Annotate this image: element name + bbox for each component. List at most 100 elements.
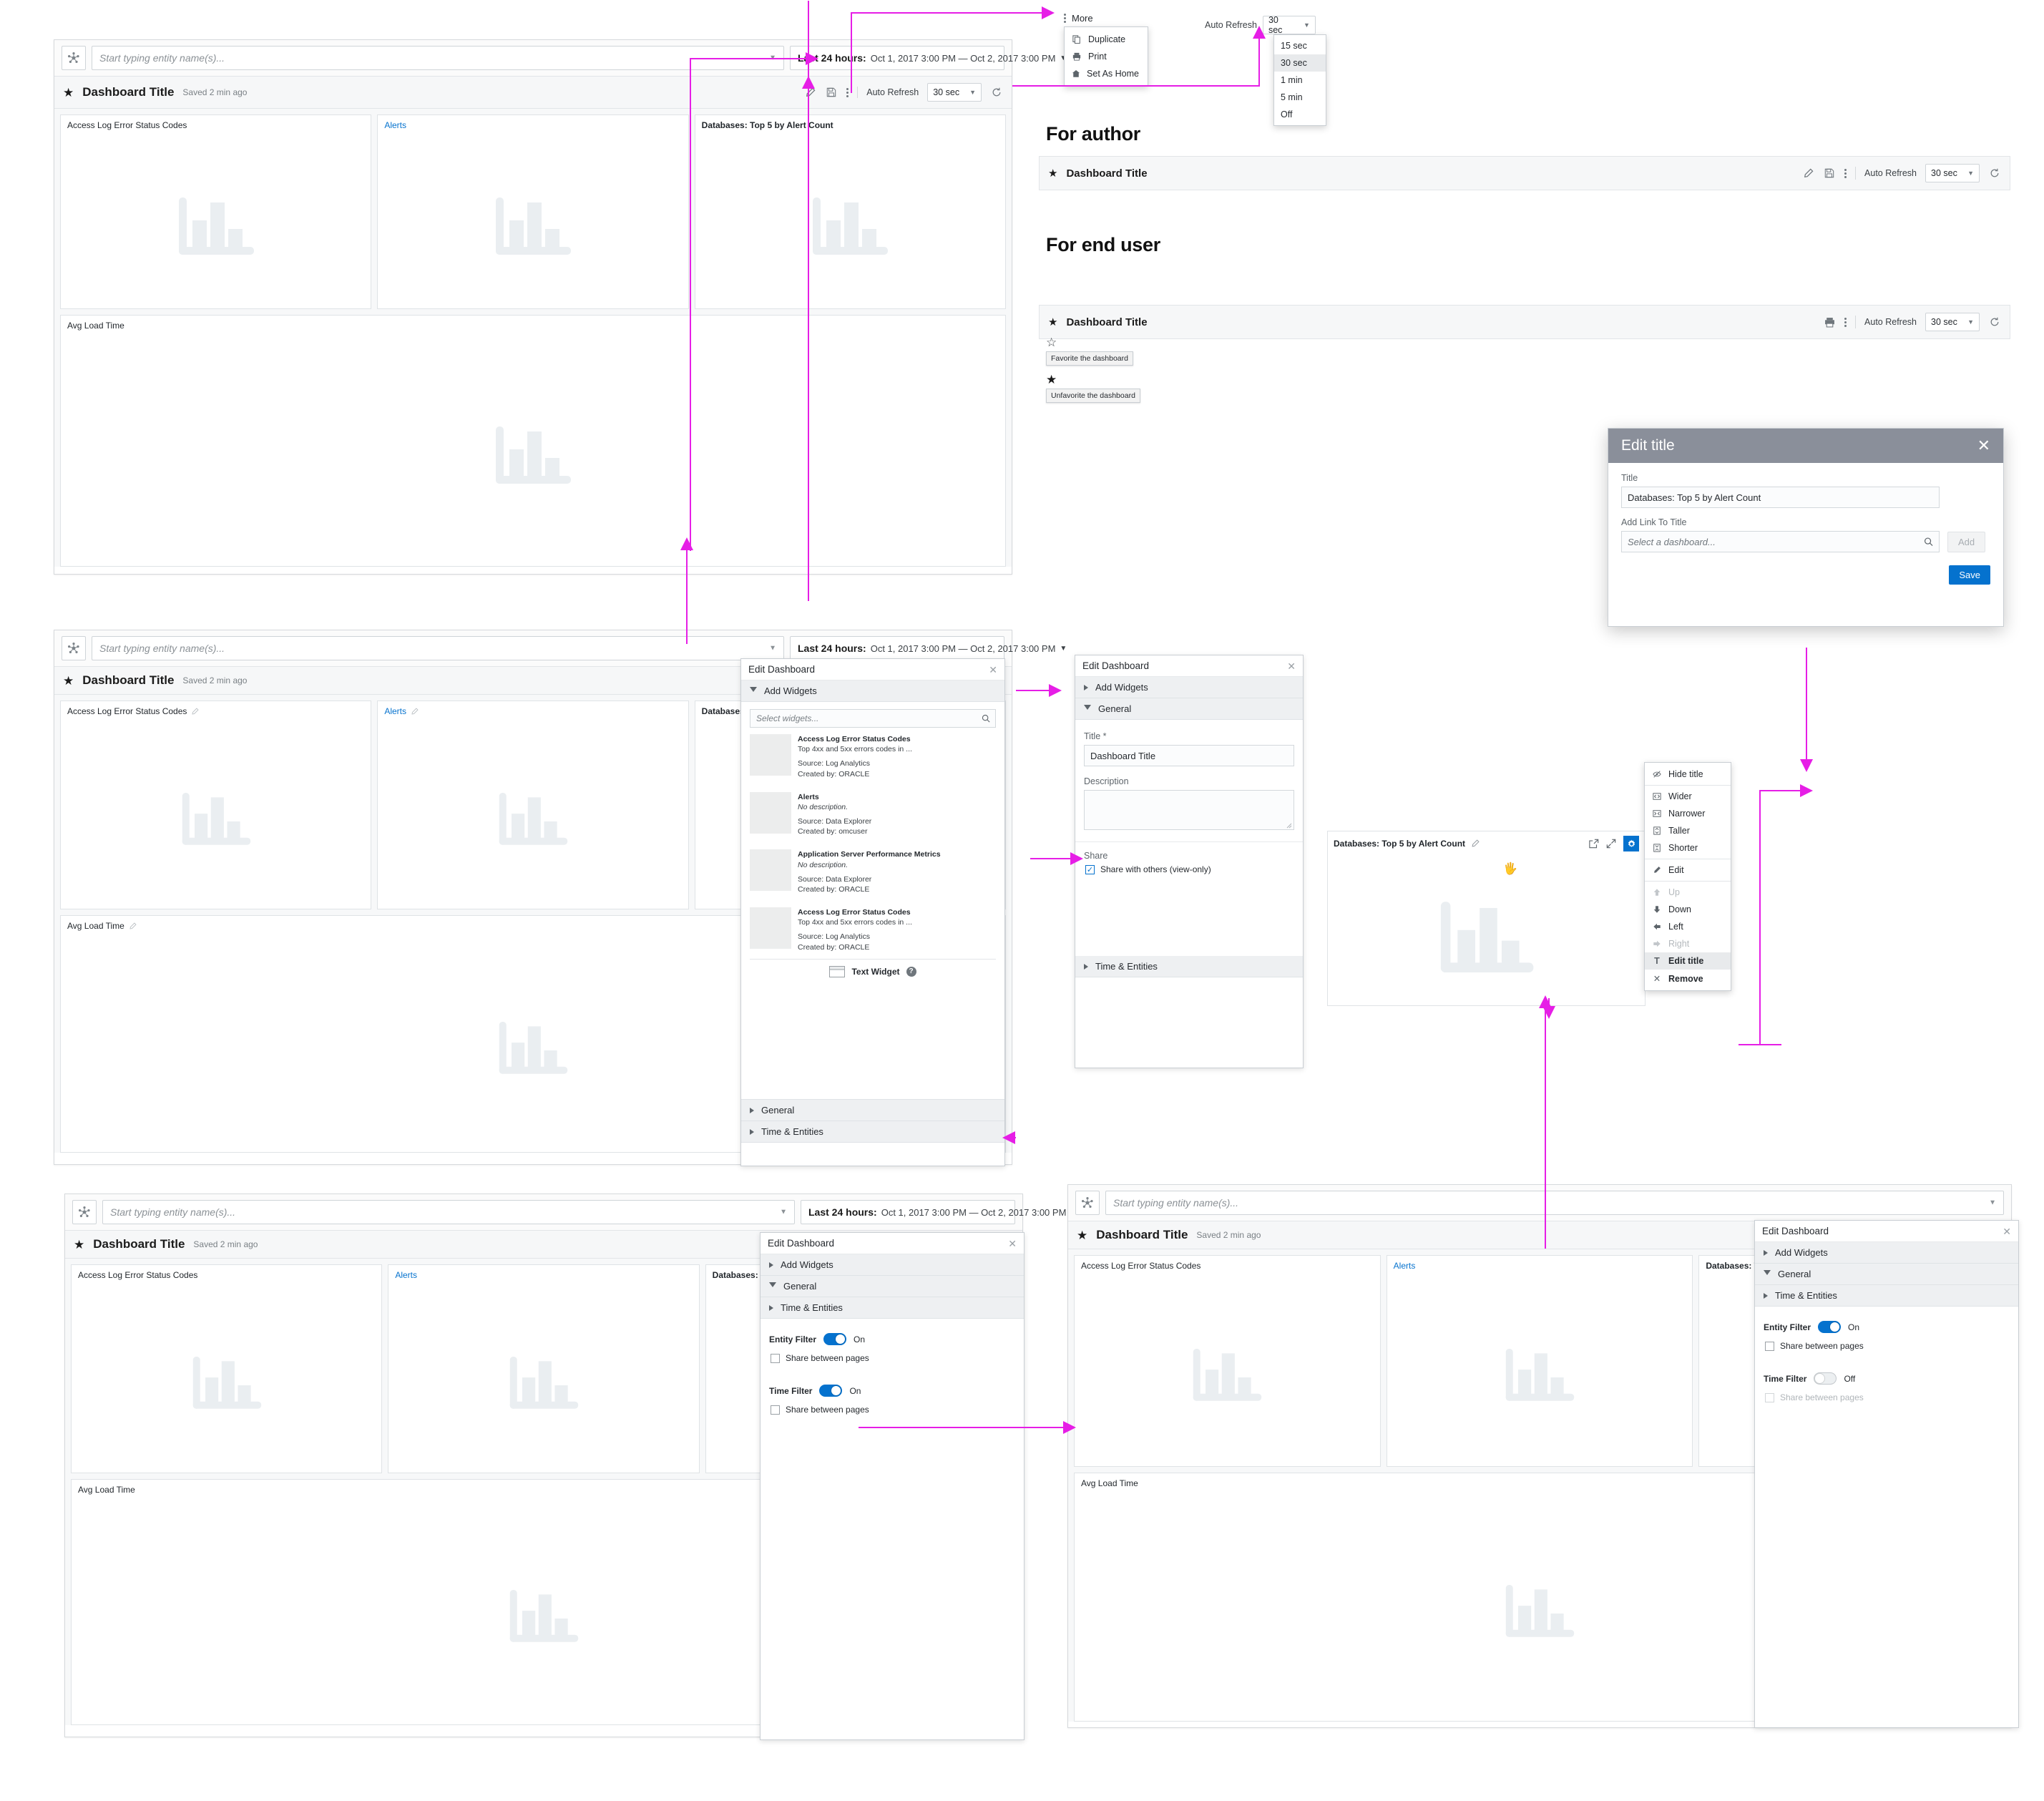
accordion-general[interactable]: General [1075,698,1303,720]
widget-card[interactable]: Access Log Error Status Codes [60,701,372,909]
pencil-icon[interactable] [411,707,419,716]
widget-menu-hide-title[interactable]: Hide title [1645,766,1731,783]
search-icon[interactable] [982,714,990,723]
save-button[interactable]: Save [1949,565,1990,585]
refresh-icon[interactable] [1988,167,2001,180]
widget-card-selected[interactable]: Databases: Top 5 by Alert Count 🖐 [1327,831,1646,1006]
gear-icon[interactable] [1623,836,1639,851]
menu-item-duplicate[interactable]: Duplicate [1065,31,1148,48]
checkbox-icon[interactable] [1765,1341,1774,1351]
widget-title[interactable]: Alerts [378,115,688,133]
description-field[interactable] [1084,790,1294,830]
close-icon[interactable]: ✕ [1287,661,1296,671]
auto-refresh-select[interactable]: 30 sec ▼ [1925,313,1980,331]
widget-card[interactable]: Alerts [388,1264,700,1473]
pencil-icon[interactable] [191,707,200,716]
dashboard-search-input[interactable]: Select a dashboard... [1621,531,1940,552]
widget-card[interactable]: Databases: Top 5 by Alert Count [694,114,1006,309]
widget-title[interactable]: Alerts [384,706,406,716]
refresh-icon[interactable] [1988,316,2001,328]
auto-refresh-select[interactable]: 30 sec ▼ [1262,15,1316,35]
widget-list-item[interactable]: Access Log Error Status Codes Top 4xx an… [750,901,996,959]
accordion-time-entities[interactable]: Time & Entities [1075,956,1303,977]
close-icon[interactable]: ✕ [2003,1226,2011,1236]
dashboard-title-field[interactable]: Dashboard Title [1084,745,1294,766]
menu-item-set-as-home[interactable]: Set As Home [1065,65,1148,82]
entity-share-row[interactable]: Share between pages [1764,1341,2010,1351]
close-icon[interactable]: ✕ [1977,438,1990,454]
widget-search-input[interactable]: Select widgets... [750,709,996,728]
expand-icon[interactable] [1606,839,1616,849]
widget-title[interactable]: Alerts [388,1265,698,1283]
star-filled-icon[interactable]: ★ [1046,374,1140,386]
floppy-disk-icon[interactable] [825,86,838,99]
entity-search-input[interactable]: Start typing entity name(s)... ▼ [1105,1191,2004,1215]
widget-menu-narrower[interactable]: Narrower [1645,805,1731,822]
accordion-general[interactable]: General [741,1099,1004,1121]
pencil-icon[interactable] [129,922,137,930]
entity-filter-toggle[interactable] [823,1333,847,1345]
widget-menu-taller[interactable]: Taller [1645,822,1731,839]
widget-menu-shorter[interactable]: Shorter [1645,839,1731,856]
widget-list-item[interactable]: Application Server Performance Metrics N… [750,843,996,901]
printer-icon[interactable] [1823,316,1836,328]
entity-search-input[interactable]: Start typing entity name(s)... ▼ [102,1200,795,1224]
share-checkbox-row[interactable]: ✓ Share with others (view-only) [1084,864,1294,874]
help-icon[interactable]: ? [906,966,916,977]
topology-icon[interactable] [62,46,86,70]
option-30-sec[interactable]: 30 sec [1274,54,1326,72]
accordion-add-widgets[interactable]: Add Widgets [761,1254,1024,1276]
topology-icon[interactable] [62,636,86,660]
search-icon[interactable] [1924,537,1933,547]
entity-filter-toggle[interactable] [1818,1321,1842,1333]
add-button[interactable]: Add [1947,531,1986,552]
widget-list-item[interactable]: Access Log Error Status Codes Top 4xx an… [750,728,996,786]
widget-card[interactable]: Alerts [1386,1255,1693,1467]
resize-handle[interactable] [1286,822,1292,829]
auto-refresh-select[interactable]: 30 sec ▼ [927,83,982,102]
star-filled-icon[interactable]: ★ [1048,168,1057,179]
accordion-general[interactable]: General [761,1276,1024,1297]
star-filled-icon[interactable]: ★ [63,87,74,99]
close-icon[interactable]: ✕ [989,665,997,675]
widget-menu-left[interactable]: Left [1645,918,1731,935]
widget-card[interactable]: Access Log Error Status Codes [1074,1255,1381,1467]
widget-card[interactable]: Avg Load Time [60,315,1006,567]
title-field[interactable]: Databases: Top 5 by Alert Count [1621,487,1940,508]
star-filled-icon[interactable]: ★ [63,675,74,687]
option-15-sec[interactable]: 15 sec [1274,37,1326,54]
entity-share-row[interactable]: Share between pages [769,1353,1015,1363]
pencil-icon[interactable] [1801,167,1814,180]
widget-card[interactable]: Alerts [377,114,689,309]
time-range-selector[interactable]: Last 24 hours: Oct 1, 2017 3:00 PM — Oct… [790,46,1067,70]
time-share-row[interactable]: Share between pages [769,1405,1015,1415]
entity-search-input[interactable]: Start typing entity name(s)... ▼ [92,46,784,70]
kebab-icon[interactable] [1064,14,1066,23]
widget-menu-wider[interactable]: Wider [1645,788,1731,805]
accordion-time-entities[interactable]: Time & Entities [761,1297,1024,1319]
time-range-selector[interactable]: Last 24 hours: Oct 1, 2017 3:00 PM — Oct… [790,636,1067,660]
widget-menu-remove[interactable]: ✕ Remove [1645,970,1731,987]
checkbox-checked-icon[interactable]: ✓ [1085,864,1095,874]
star-filled-icon[interactable]: ★ [1077,1229,1087,1241]
kebab-icon[interactable] [846,87,849,97]
accordion-add-widgets[interactable]: Add Widgets [1755,1242,2018,1264]
text-widget-item[interactable]: Text Widget ? [750,958,996,984]
refresh-icon[interactable] [990,86,1003,99]
widget-card[interactable]: Access Log Error Status Codes [71,1264,383,1473]
accordion-time-entities[interactable]: Time & Entities [741,1121,1004,1143]
widget-list-item[interactable]: Alerts No description. Source: Data Expl… [750,786,996,844]
time-filter-toggle[interactable] [819,1385,843,1397]
option-off[interactable]: Off [1274,106,1326,123]
accordion-add-widgets[interactable]: Add Widgets [1075,677,1303,698]
widget-menu-edit-title[interactable]: T Edit title [1645,952,1731,970]
kebab-icon[interactable] [1844,168,1847,178]
option-1-min[interactable]: 1 min [1274,72,1326,89]
topology-icon[interactable] [1075,1191,1100,1215]
entity-search-input[interactable]: Start typing entity name(s)... ▼ [92,636,784,660]
checkbox-icon[interactable] [771,1405,780,1415]
pencil-icon[interactable] [803,86,816,99]
time-filter-toggle[interactable] [1814,1372,1837,1385]
kebab-icon[interactable] [1844,317,1847,327]
widget-card[interactable]: Access Log Error Status Codes [60,114,372,309]
